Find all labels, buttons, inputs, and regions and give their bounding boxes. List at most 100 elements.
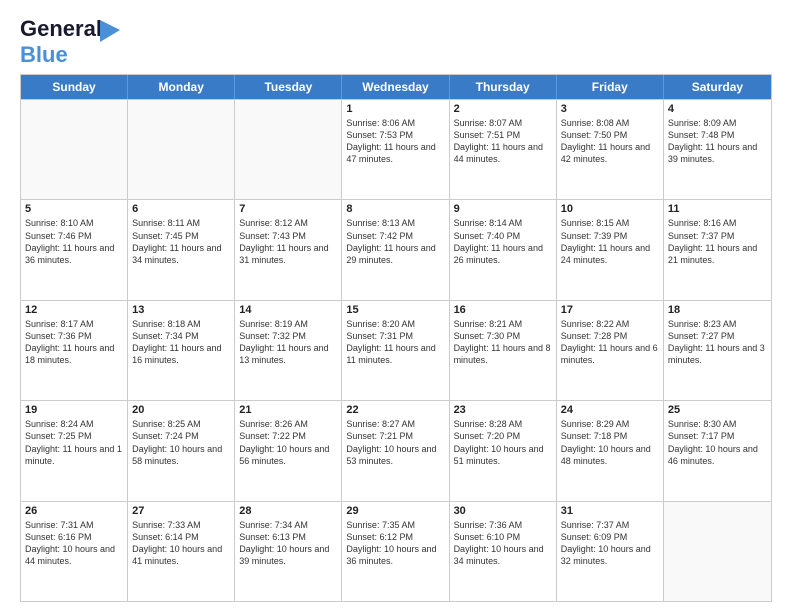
day-info: Sunrise: 8:26 AM Sunset: 7:22 PM Dayligh… bbox=[239, 418, 337, 467]
day-15: 15 Sunrise: 8:20 AM Sunset: 7:31 PM Dayli… bbox=[342, 301, 449, 400]
day-24: 24Sunrise: 8:29 AM Sunset: 7:18 PM Dayli… bbox=[557, 401, 664, 500]
day-info: Sunrise: 8:30 AM Sunset: 7:17 PM Dayligh… bbox=[668, 418, 767, 467]
day-info: Sunrise: 8:17 AM Sunset: 7:36 PM Dayligh… bbox=[25, 318, 123, 367]
day-info: Sunrise: 8:18 AM Sunset: 7:34 PM Dayligh… bbox=[132, 318, 230, 367]
day-number: 24 bbox=[561, 404, 659, 416]
day-number: 30 bbox=[454, 505, 552, 517]
day-26: 26 Sunrise: 7:31 AM Sunset: 6:16 PM Dayli… bbox=[21, 502, 128, 601]
day-25: 25 Sunrise: 8:30 AM Sunset: 7:17 PM Dayli… bbox=[664, 401, 771, 500]
day-info: Sunrise: 8:24 AM Sunset: 7:25 PM Dayligh… bbox=[25, 418, 123, 467]
day-number: 13 bbox=[132, 304, 230, 316]
day-info: Sunrise: 8:12 AM Sunset: 7:43 PM Dayligh… bbox=[239, 217, 337, 266]
calendar-week-4: 19Sunrise: 8:24 AM Sunset: 7:25 PM Dayli… bbox=[21, 400, 771, 500]
day-info: Sunrise: 8:14 AM Sunset: 7:40 PM Dayligh… bbox=[454, 217, 552, 266]
calendar-page: General Blue SundayMondayTuesdayWednesda… bbox=[0, 0, 792, 612]
day-7: 7 Sunrise: 8:12 AM Sunset: 7:43 PM Daylig… bbox=[235, 200, 342, 299]
day-info: Sunrise: 8:13 AM Sunset: 7:42 PM Dayligh… bbox=[346, 217, 444, 266]
empty-cell bbox=[21, 100, 128, 199]
day-number: 29 bbox=[346, 505, 444, 517]
header-wednesday: Wednesday bbox=[342, 75, 449, 99]
day-14: 14Sunrise: 8:19 AM Sunset: 7:32 PM Dayli… bbox=[235, 301, 342, 400]
day-info: Sunrise: 7:34 AM Sunset: 6:13 PM Dayligh… bbox=[239, 519, 337, 568]
day-info: Sunrise: 8:21 AM Sunset: 7:30 PM Dayligh… bbox=[454, 318, 552, 367]
day-number: 12 bbox=[25, 304, 123, 316]
empty-cell bbox=[664, 502, 771, 601]
day-info: Sunrise: 8:19 AM Sunset: 7:32 PM Dayligh… bbox=[239, 318, 337, 367]
day-number: 4 bbox=[668, 103, 767, 115]
day-17: 17 Sunrise: 8:22 AM Sunset: 7:28 PM Dayli… bbox=[557, 301, 664, 400]
header-thursday: Thursday bbox=[450, 75, 557, 99]
calendar-week-3: 12 Sunrise: 8:17 AM Sunset: 7:36 PM Dayli… bbox=[21, 300, 771, 400]
day-10: 10Sunrise: 8:15 AM Sunset: 7:39 PM Dayli… bbox=[557, 200, 664, 299]
day-number: 3 bbox=[561, 103, 659, 115]
page-header: General Blue bbox=[20, 16, 772, 68]
day-23: 23 Sunrise: 8:28 AM Sunset: 7:20 PM Dayli… bbox=[450, 401, 557, 500]
day-9: 9 Sunrise: 8:14 AM Sunset: 7:40 PM Daylig… bbox=[450, 200, 557, 299]
day-19: 19Sunrise: 8:24 AM Sunset: 7:25 PM Dayli… bbox=[21, 401, 128, 500]
day-info: Sunrise: 8:22 AM Sunset: 7:28 PM Dayligh… bbox=[561, 318, 659, 367]
day-number: 1 bbox=[346, 103, 444, 115]
day-number: 8 bbox=[346, 203, 444, 215]
day-info: Sunrise: 8:20 AM Sunset: 7:31 PM Dayligh… bbox=[346, 318, 444, 367]
calendar-body: 1Sunrise: 8:06 AM Sunset: 7:53 PM Daylig… bbox=[21, 99, 771, 601]
day-number: 26 bbox=[25, 505, 123, 517]
day-number: 10 bbox=[561, 203, 659, 215]
header-monday: Monday bbox=[128, 75, 235, 99]
day-21: 21 Sunrise: 8:26 AM Sunset: 7:22 PM Dayli… bbox=[235, 401, 342, 500]
day-number: 31 bbox=[561, 505, 659, 517]
day-number: 18 bbox=[668, 304, 767, 316]
day-number: 7 bbox=[239, 203, 337, 215]
calendar-week-5: 26 Sunrise: 7:31 AM Sunset: 6:16 PM Dayli… bbox=[21, 501, 771, 601]
day-2: 2Sunrise: 8:07 AM Sunset: 7:51 PM Daylig… bbox=[450, 100, 557, 199]
day-4: 4 Sunrise: 8:09 AM Sunset: 7:48 PM Daylig… bbox=[664, 100, 771, 199]
calendar-week-1: 1Sunrise: 8:06 AM Sunset: 7:53 PM Daylig… bbox=[21, 99, 771, 199]
day-info: Sunrise: 8:28 AM Sunset: 7:20 PM Dayligh… bbox=[454, 418, 552, 467]
day-8: 8 Sunrise: 8:13 AM Sunset: 7:42 PM Daylig… bbox=[342, 200, 449, 299]
day-6: 6Sunrise: 8:11 AM Sunset: 7:45 PM Daylig… bbox=[128, 200, 235, 299]
day-info: Sunrise: 8:23 AM Sunset: 7:27 PM Dayligh… bbox=[668, 318, 767, 367]
day-number: 27 bbox=[132, 505, 230, 517]
day-3: 3 Sunrise: 8:08 AM Sunset: 7:50 PM Daylig… bbox=[557, 100, 664, 199]
day-info: Sunrise: 7:33 AM Sunset: 6:14 PM Dayligh… bbox=[132, 519, 230, 568]
day-number: 20 bbox=[132, 404, 230, 416]
day-28: 28 Sunrise: 7:34 AM Sunset: 6:13 PM Dayli… bbox=[235, 502, 342, 601]
day-29: 29Sunrise: 7:35 AM Sunset: 6:12 PM Dayli… bbox=[342, 502, 449, 601]
logo: General Blue bbox=[20, 16, 102, 68]
day-info: Sunrise: 8:09 AM Sunset: 7:48 PM Dayligh… bbox=[668, 117, 767, 166]
day-11: 11 Sunrise: 8:16 AM Sunset: 7:37 PM Dayli… bbox=[664, 200, 771, 299]
day-number: 16 bbox=[454, 304, 552, 316]
day-number: 6 bbox=[132, 203, 230, 215]
day-1: 1Sunrise: 8:06 AM Sunset: 7:53 PM Daylig… bbox=[342, 100, 449, 199]
day-number: 22 bbox=[346, 404, 444, 416]
day-5: 5 Sunrise: 8:10 AM Sunset: 7:46 PM Daylig… bbox=[21, 200, 128, 299]
day-20: 20 Sunrise: 8:25 AM Sunset: 7:24 PM Dayli… bbox=[128, 401, 235, 500]
day-13: 13 Sunrise: 8:18 AM Sunset: 7:34 PM Dayli… bbox=[128, 301, 235, 400]
logo-arrow-icon bbox=[100, 20, 120, 42]
day-number: 25 bbox=[668, 404, 767, 416]
day-info: Sunrise: 8:08 AM Sunset: 7:50 PM Dayligh… bbox=[561, 117, 659, 166]
day-number: 23 bbox=[454, 404, 552, 416]
day-info: Sunrise: 8:27 AM Sunset: 7:21 PM Dayligh… bbox=[346, 418, 444, 467]
logo-text-blue: Blue bbox=[20, 42, 68, 67]
logo-text-general: General bbox=[20, 16, 102, 41]
day-30: 30 Sunrise: 7:36 AM Sunset: 6:10 PM Dayli… bbox=[450, 502, 557, 601]
day-number: 21 bbox=[239, 404, 337, 416]
calendar-header: SundayMondayTuesdayWednesdayThursdayFrid… bbox=[21, 75, 771, 99]
day-number: 17 bbox=[561, 304, 659, 316]
day-info: Sunrise: 8:25 AM Sunset: 7:24 PM Dayligh… bbox=[132, 418, 230, 467]
day-number: 15 bbox=[346, 304, 444, 316]
day-number: 28 bbox=[239, 505, 337, 517]
day-info: Sunrise: 7:36 AM Sunset: 6:10 PM Dayligh… bbox=[454, 519, 552, 568]
day-22: 22 Sunrise: 8:27 AM Sunset: 7:21 PM Dayli… bbox=[342, 401, 449, 500]
day-number: 5 bbox=[25, 203, 123, 215]
day-number: 9 bbox=[454, 203, 552, 215]
day-info: Sunrise: 8:10 AM Sunset: 7:46 PM Dayligh… bbox=[25, 217, 123, 266]
calendar-grid: SundayMondayTuesdayWednesdayThursdayFrid… bbox=[20, 74, 772, 602]
day-number: 11 bbox=[668, 203, 767, 215]
day-info: Sunrise: 7:31 AM Sunset: 6:16 PM Dayligh… bbox=[25, 519, 123, 568]
day-18: 18 Sunrise: 8:23 AM Sunset: 7:27 PM Dayli… bbox=[664, 301, 771, 400]
day-16: 16 Sunrise: 8:21 AM Sunset: 7:30 PM Dayli… bbox=[450, 301, 557, 400]
day-12: 12 Sunrise: 8:17 AM Sunset: 7:36 PM Dayli… bbox=[21, 301, 128, 400]
day-info: Sunrise: 8:16 AM Sunset: 7:37 PM Dayligh… bbox=[668, 217, 767, 266]
empty-cell bbox=[235, 100, 342, 199]
